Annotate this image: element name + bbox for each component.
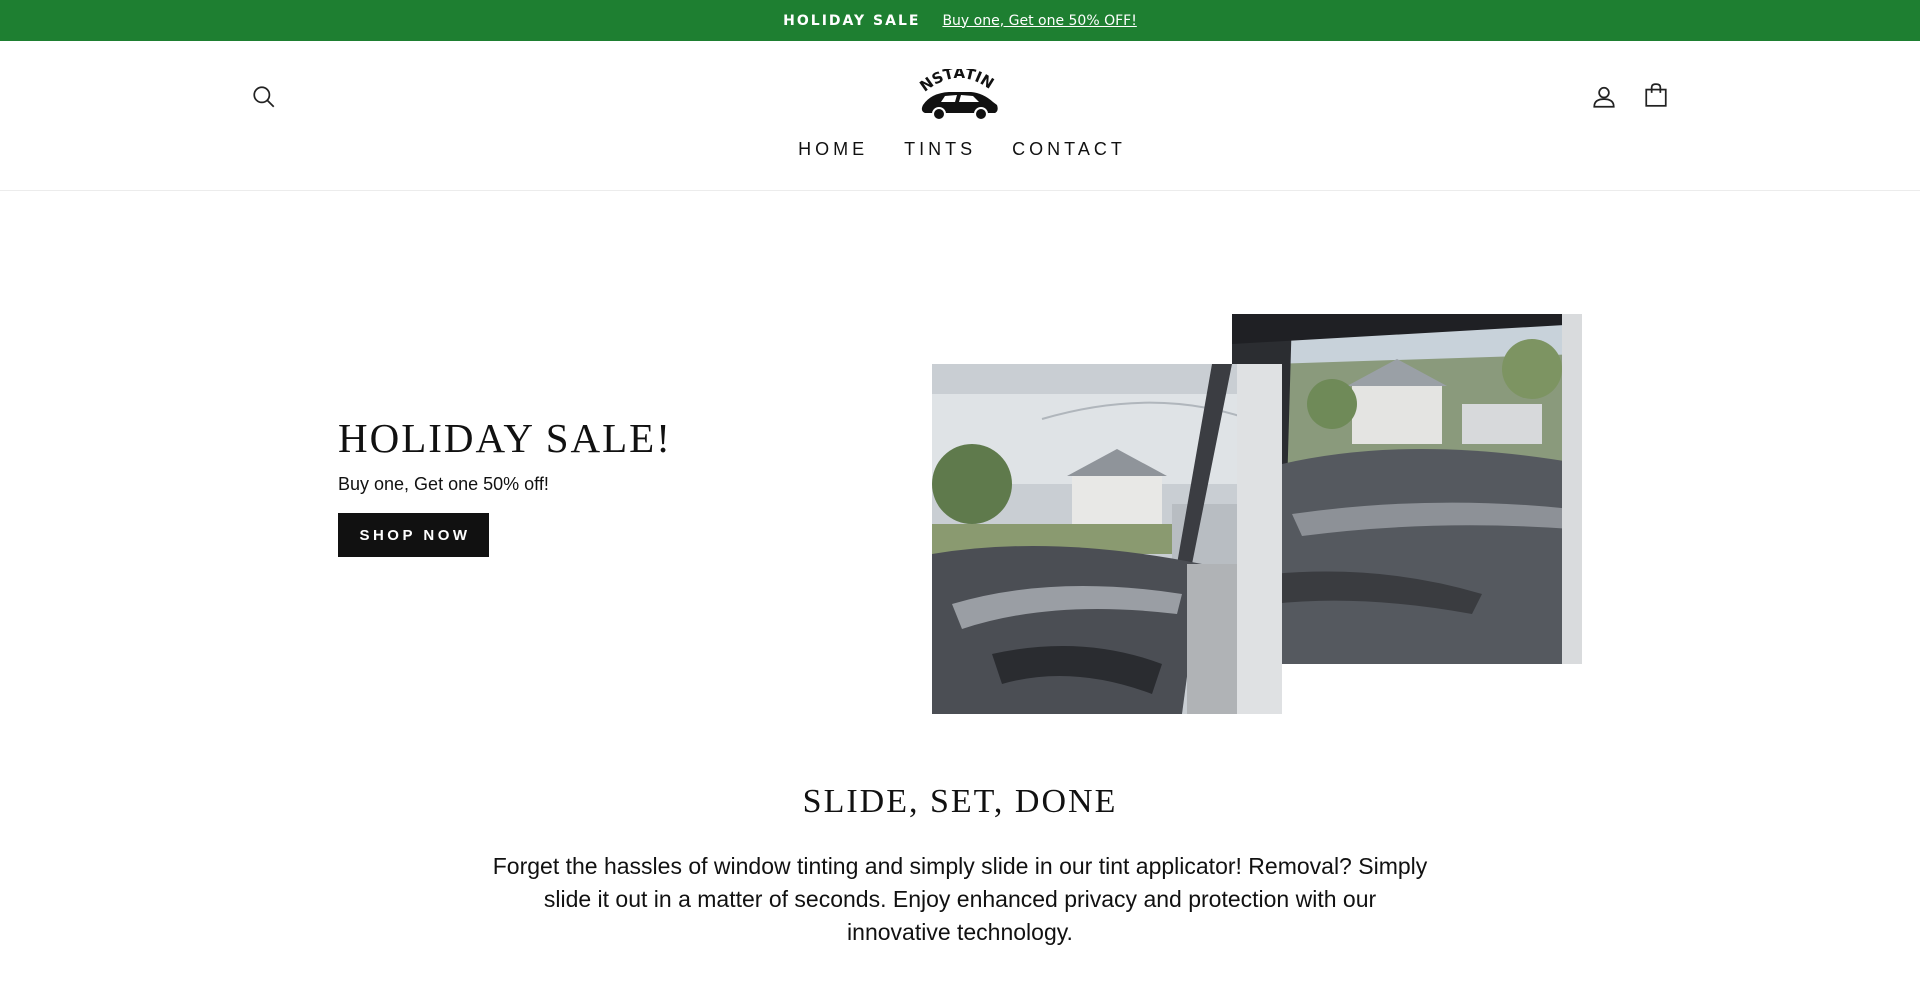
nav-home[interactable]: HOME — [794, 139, 868, 160]
logo-text: INSTATINT — [904, 55, 997, 95]
bag-icon[interactable] — [1640, 79, 1672, 111]
feature-title: SLIDE, SET, DONE — [802, 783, 1118, 820]
hero-subtitle: Buy one, Get one 50% off! — [338, 474, 549, 494]
svg-text:INSTATINT: INSTATINT — [909, 69, 997, 95]
announcement-title: HOLIDAY SALE — [783, 12, 921, 29]
nav-tints[interactable]: TINTS — [900, 139, 976, 160]
site-header: INSTATINT HOME TINTS CONTACT — [0, 41, 1920, 191]
search-icon[interactable] — [248, 81, 280, 113]
hero-title: HOLIDAY SALE! — [338, 415, 672, 461]
hero-image-open-door — [1232, 314, 1582, 664]
shop-now-button[interactable]: SHOP NOW — [338, 513, 489, 557]
feature-description: Forget the hassles of window tinting and… — [492, 853, 1428, 945]
hero-image-door-window — [932, 364, 1282, 714]
user-icon[interactable] — [1588, 81, 1620, 113]
announcement-link[interactable]: Buy one, Get one 50% OFF! — [942, 13, 1136, 29]
nav-contact[interactable]: CONTACT — [1008, 139, 1126, 160]
main-nav: HOME TINTS CONTACT — [0, 139, 1920, 160]
announcement-bar: HOLIDAY SALE Buy one, Get one 50% OFF! — [0, 0, 1920, 41]
store-logo[interactable]: INSTATINT — [904, 55, 1009, 123]
